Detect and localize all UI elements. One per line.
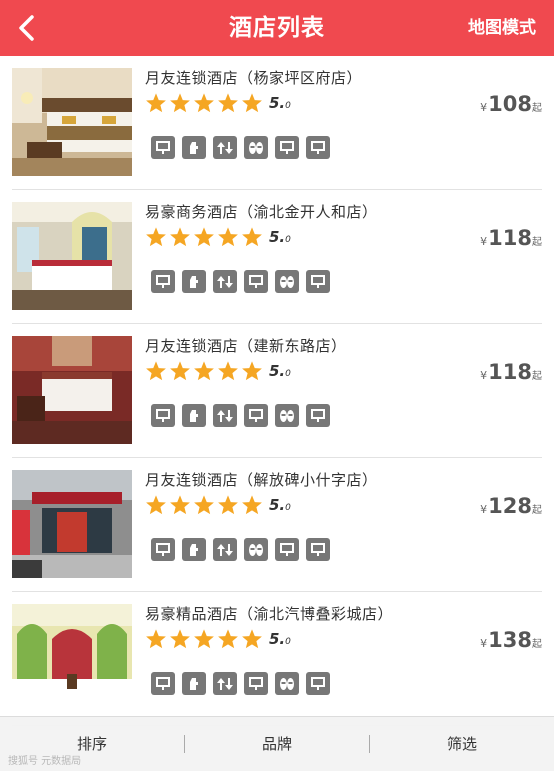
hotel-list-item[interactable]: 易豪商务酒店（渝北金开人和店） 5.0 ¥118起	[12, 190, 542, 324]
star-icon	[170, 495, 190, 515]
wifi-icon	[306, 270, 330, 293]
wifi-icon	[244, 672, 268, 695]
amenity-list	[151, 136, 337, 159]
hotel-list-item[interactable]: 易豪精品酒店（渝北汽博叠彩城店） 5.0 ¥138起	[12, 592, 542, 726]
elevator-icon	[213, 136, 237, 159]
slippers-icon	[244, 136, 268, 159]
towel-icon	[182, 672, 206, 695]
hotel-name: 月友连锁酒店（建新东路店）	[145, 337, 347, 355]
elevator-icon	[213, 270, 237, 293]
wifi-icon	[151, 136, 175, 159]
wifi-icon	[306, 404, 330, 427]
wifi-icon	[306, 672, 330, 695]
hotel-list: 月友连锁酒店（杨家坪区府店） 5.0 ¥108起 易豪商务酒店（渝北金开人和店）…	[0, 56, 554, 726]
star-icon	[146, 495, 166, 515]
star-icon	[170, 629, 190, 649]
watermark: 搜狐号 元数据局	[8, 756, 82, 767]
towel-icon	[182, 538, 206, 561]
wifi-icon	[151, 538, 175, 561]
star-rating: 5.0	[145, 224, 291, 250]
star-rating: 5.0	[145, 626, 291, 652]
elevator-icon	[213, 538, 237, 561]
star-icon	[146, 93, 166, 113]
star-icon	[242, 227, 262, 247]
amenity-list	[151, 404, 337, 427]
star-icon	[218, 495, 238, 515]
rating-score: 5.0	[269, 630, 291, 648]
amenity-list	[151, 672, 337, 695]
star-icon	[242, 495, 262, 515]
hotel-list-item[interactable]: 月友连锁酒店（解放碑小什字店） 5.0 ¥128起	[12, 458, 542, 592]
wifi-icon	[275, 538, 299, 561]
hotel-list-item[interactable]: 月友连锁酒店（建新东路店） 5.0 ¥118起	[12, 324, 542, 458]
towel-icon	[182, 136, 206, 159]
hotel-list-item[interactable]: 月友连锁酒店（杨家坪区府店） 5.0 ¥108起	[12, 56, 542, 190]
star-icon	[242, 629, 262, 649]
wifi-icon	[306, 136, 330, 159]
rating-score: 5.0	[269, 496, 291, 514]
amenity-list	[151, 538, 337, 561]
wifi-icon	[275, 136, 299, 159]
star-icon	[242, 361, 262, 381]
hotel-price: ¥128起	[480, 494, 542, 518]
star-icon	[218, 227, 238, 247]
wifi-icon	[244, 404, 268, 427]
filter-button[interactable]: 筛选	[370, 717, 554, 771]
star-icon	[194, 629, 214, 649]
wifi-icon	[151, 270, 175, 293]
star-icon	[194, 93, 214, 113]
top-nav-bar: 酒店列表 地图模式	[0, 0, 554, 56]
rating-score: 5.0	[269, 94, 291, 112]
wifi-icon	[306, 538, 330, 561]
star-icon	[170, 361, 190, 381]
hotel-thumbnail	[12, 68, 132, 176]
amenity-list	[151, 270, 337, 293]
rating-score: 5.0	[269, 228, 291, 246]
slippers-icon	[244, 538, 268, 561]
star-icon	[218, 361, 238, 381]
hotel-name: 月友连锁酒店（解放碑小什字店）	[145, 471, 378, 489]
slippers-icon	[275, 404, 299, 427]
brand-button[interactable]: 品牌	[185, 717, 369, 771]
star-icon	[146, 361, 166, 381]
map-mode-button[interactable]: 地图模式	[468, 0, 536, 56]
star-icon	[242, 93, 262, 113]
hotel-price: ¥138起	[480, 628, 542, 652]
star-icon	[194, 495, 214, 515]
star-icon	[170, 227, 190, 247]
star-icon	[218, 93, 238, 113]
slippers-icon	[275, 270, 299, 293]
star-icon	[170, 93, 190, 113]
star-icon	[146, 227, 166, 247]
star-icon	[218, 629, 238, 649]
wifi-icon	[151, 404, 175, 427]
wifi-icon	[151, 672, 175, 695]
hotel-thumbnail	[12, 336, 132, 444]
elevator-icon	[213, 672, 237, 695]
hotel-thumbnail	[12, 604, 132, 712]
hotel-name: 月友连锁酒店（杨家坪区府店）	[145, 69, 363, 87]
towel-icon	[182, 404, 206, 427]
towel-icon	[182, 270, 206, 293]
bottom-filter-bar: 排序 品牌 筛选	[0, 716, 554, 771]
star-icon	[146, 629, 166, 649]
star-rating: 5.0	[145, 358, 291, 384]
elevator-icon	[213, 404, 237, 427]
rating-score: 5.0	[269, 362, 291, 380]
star-rating: 5.0	[145, 90, 291, 116]
star-rating: 5.0	[145, 492, 291, 518]
slippers-icon	[275, 672, 299, 695]
wifi-icon	[244, 270, 268, 293]
star-icon	[194, 361, 214, 381]
hotel-name: 易豪精品酒店（渝北汽博叠彩城店）	[145, 605, 394, 623]
star-icon	[194, 227, 214, 247]
hotel-thumbnail	[12, 202, 132, 310]
hotel-price: ¥118起	[480, 360, 542, 384]
hotel-name: 易豪商务酒店（渝北金开人和店）	[145, 203, 378, 221]
hotel-price: ¥108起	[480, 92, 542, 116]
hotel-price: ¥118起	[480, 226, 542, 250]
hotel-thumbnail	[12, 470, 132, 578]
